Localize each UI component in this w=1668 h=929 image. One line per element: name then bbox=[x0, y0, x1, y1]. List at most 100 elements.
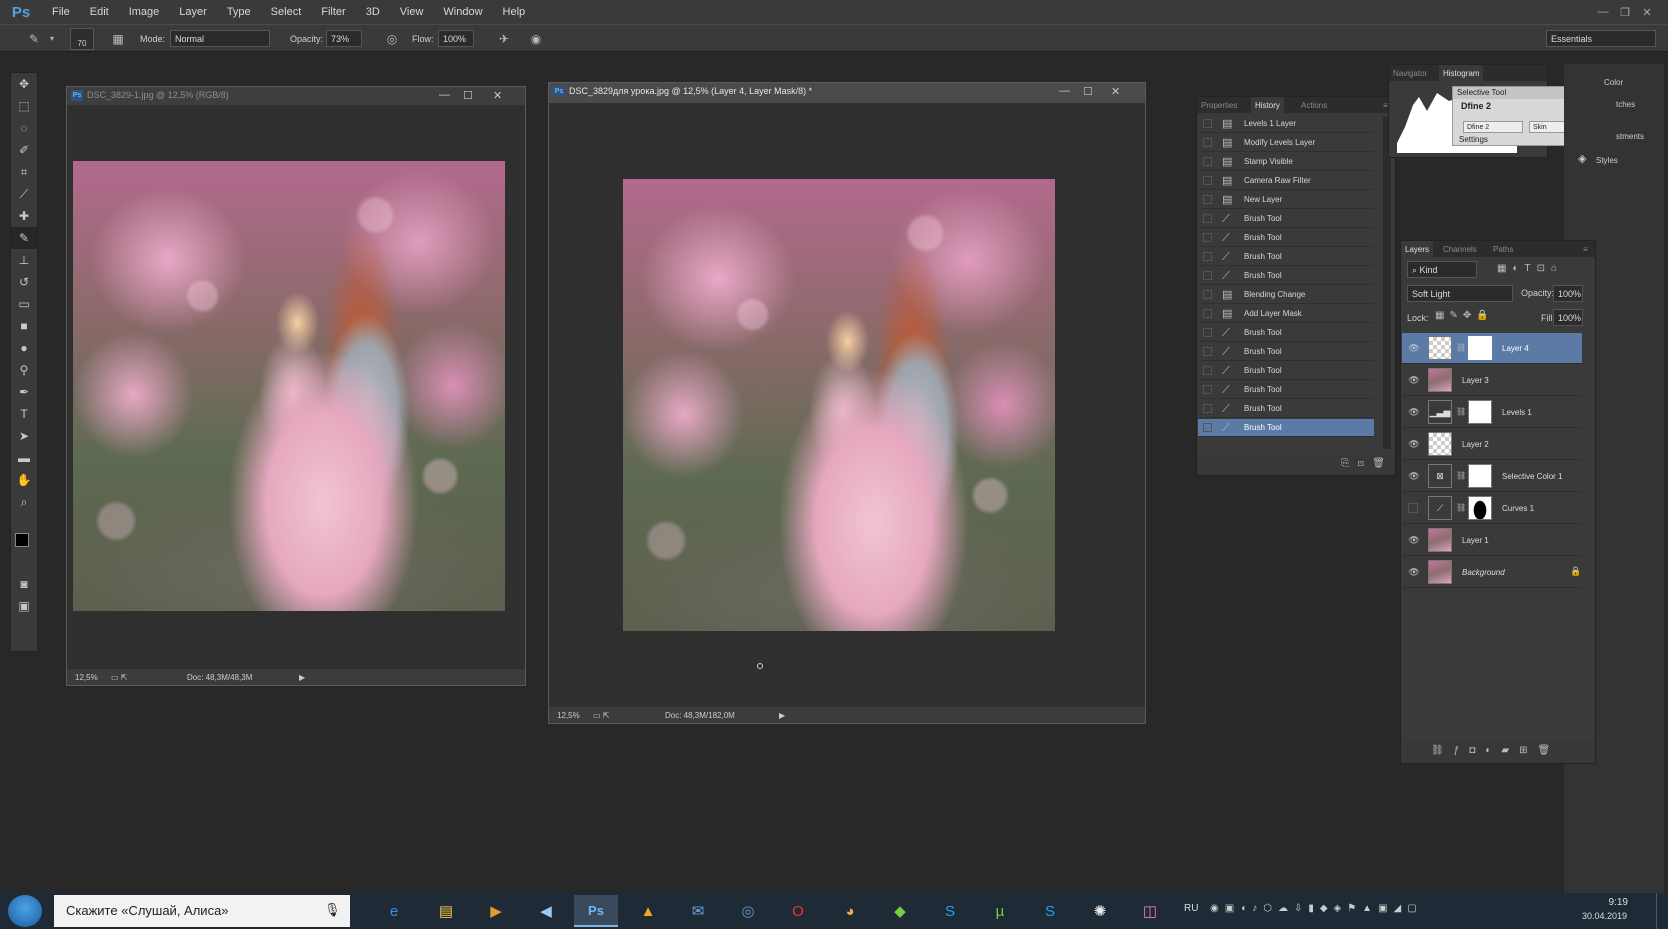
history-source-checkbox[interactable] bbox=[1203, 138, 1212, 147]
start-button[interactable] bbox=[8, 895, 42, 927]
history-source-checkbox[interactable] bbox=[1203, 176, 1212, 185]
layer-row[interactable]: 👁 Layer 2 bbox=[1402, 429, 1582, 460]
microphone-icon[interactable]: 🎙 bbox=[324, 902, 341, 918]
type-tool-icon[interactable]: T bbox=[11, 403, 37, 425]
delete-state-icon[interactable]: 🗑 bbox=[1372, 458, 1385, 469]
brush-size-picker[interactable]: 70 bbox=[70, 28, 94, 50]
add-mask-icon[interactable]: ◘ bbox=[1469, 745, 1485, 756]
layer-mask-thumbnail[interactable] bbox=[1468, 496, 1492, 520]
tab-channels[interactable]: Channels bbox=[1439, 241, 1481, 257]
eraser-tool-icon[interactable]: ▭ bbox=[11, 293, 37, 315]
menu-3d[interactable]: 3D bbox=[356, 6, 390, 18]
history-item[interactable]: ⟋ Brush Tool bbox=[1198, 400, 1374, 418]
mask-link-icon[interactable]: ⛓ bbox=[1456, 407, 1466, 416]
visibility-eye-icon[interactable]: 👁 bbox=[1408, 471, 1420, 482]
mask-link-icon[interactable]: ⛓ bbox=[1456, 471, 1466, 480]
menu-select[interactable]: Select bbox=[261, 6, 312, 18]
chrome-icon[interactable]: ◕ bbox=[828, 895, 872, 927]
history-item[interactable]: ⟋ Brush Tool bbox=[1198, 381, 1374, 399]
history-source-checkbox[interactable] bbox=[1203, 233, 1212, 242]
app-restore-icon[interactable]: ❐ bbox=[1614, 6, 1636, 19]
airbrush-icon[interactable]: ✈ bbox=[496, 31, 512, 47]
history-item[interactable]: ⟋ Brush Tool bbox=[1198, 419, 1374, 437]
tab-properties[interactable]: Properties bbox=[1197, 97, 1241, 113]
new-layer-icon[interactable]: ⊞ bbox=[1519, 745, 1537, 756]
styles-icon[interactable]: ◈ bbox=[1578, 152, 1586, 165]
healing-tool-icon[interactable]: ✚ bbox=[11, 205, 37, 227]
show-desktop-button[interactable] bbox=[1656, 893, 1660, 929]
shape-tool-icon[interactable]: ▬ bbox=[11, 447, 37, 469]
file-explorer-icon[interactable]: ▤ bbox=[424, 895, 468, 927]
history-item[interactable]: ⟋ Brush Tool bbox=[1198, 267, 1374, 285]
history-source-checkbox[interactable] bbox=[1203, 157, 1212, 166]
opera-icon[interactable]: O bbox=[776, 895, 820, 927]
layer-row[interactable]: ⟋ ⛓ Curves 1 bbox=[1402, 493, 1582, 524]
doc1-close-icon[interactable]: ✕ bbox=[493, 89, 502, 102]
edge-icon[interactable]: e bbox=[372, 895, 416, 927]
mail-icon[interactable]: ✉ bbox=[676, 895, 720, 927]
blend-mode-select[interactable]: Soft Light bbox=[1407, 285, 1513, 302]
new-doc-from-state-icon[interactable]: ⎘ bbox=[1341, 458, 1349, 469]
app-minimize-icon[interactable]: — bbox=[1592, 6, 1614, 18]
doc2-minimize-icon[interactable]: — bbox=[1059, 85, 1070, 97]
hand-tool-icon[interactable]: ✋ bbox=[11, 469, 37, 491]
doc1-zoom[interactable]: 12,5% bbox=[75, 673, 98, 682]
history-item[interactable]: ▤ Modify Levels Layer bbox=[1198, 134, 1374, 152]
doc2-maximize-icon[interactable]: ☐ bbox=[1083, 85, 1093, 98]
utorrent-icon[interactable]: µ bbox=[978, 895, 1022, 927]
move-tool-icon[interactable]: ✥ bbox=[11, 73, 37, 95]
menu-image[interactable]: Image bbox=[119, 6, 170, 18]
layer-row[interactable]: 👁 Background 🔒 bbox=[1402, 557, 1582, 588]
new-group-icon[interactable]: ▰ bbox=[1501, 745, 1519, 756]
visibility-eye-icon[interactable]: 👁 bbox=[1408, 375, 1420, 386]
clock-time[interactable]: 9:19 bbox=[1588, 897, 1628, 908]
delete-layer-icon[interactable]: 🗑 bbox=[1537, 745, 1560, 756]
doc2-status-icons[interactable]: ▭ ⇱ bbox=[593, 711, 609, 720]
preset-dropdown-icon[interactable]: ▾ bbox=[44, 31, 60, 47]
lock-icons[interactable]: ▦✎✥🔒 bbox=[1435, 310, 1494, 321]
history-source-checkbox[interactable] bbox=[1203, 214, 1212, 223]
history-source-checkbox[interactable] bbox=[1203, 195, 1212, 204]
volume-app-icon[interactable]: ◀ bbox=[524, 895, 568, 927]
tab-history[interactable]: History bbox=[1251, 97, 1284, 113]
pressure-opacity-icon[interactable]: ◎ bbox=[384, 31, 400, 47]
menu-help[interactable]: Help bbox=[493, 6, 536, 18]
tray-icons[interactable]: ◉▣◖♪⬡☁⇩▮◆◈⚑▲▣◢▢ bbox=[1210, 903, 1423, 914]
skype-business-icon[interactable]: S bbox=[928, 895, 972, 927]
side-dock-adjustments[interactable]: stments bbox=[1616, 132, 1644, 141]
doc1-maximize-icon[interactable]: ☐ bbox=[463, 89, 473, 102]
doc2-close-icon[interactable]: ✕ bbox=[1111, 85, 1120, 98]
media-player-icon[interactable]: ▶ bbox=[474, 895, 518, 927]
gradient-tool-icon[interactable]: ■ bbox=[11, 315, 37, 337]
visibility-off-box[interactable] bbox=[1408, 503, 1418, 513]
layers-opacity-input[interactable]: 100% bbox=[1553, 285, 1583, 302]
path-select-tool-icon[interactable]: ➤ bbox=[11, 425, 37, 447]
quick-select-tool-icon[interactable]: ✐ bbox=[11, 139, 37, 161]
history-item[interactable]: ▤ Levels 1 Layer bbox=[1198, 115, 1374, 133]
mode-select[interactable]: Normal bbox=[170, 30, 270, 47]
mask-link-icon[interactable]: ⛓ bbox=[1456, 343, 1466, 352]
layer-mask-thumbnail[interactable] bbox=[1468, 400, 1492, 424]
visibility-eye-icon[interactable]: 👁 bbox=[1408, 343, 1420, 354]
doc2-status-menu-icon[interactable]: ▶ bbox=[779, 711, 785, 720]
menu-view[interactable]: View bbox=[390, 6, 434, 18]
history-source-checkbox[interactable] bbox=[1203, 366, 1212, 375]
brush-tool-icon[interactable]: ✎ bbox=[11, 227, 37, 249]
doc2-zoom[interactable]: 12,5% bbox=[557, 711, 580, 720]
quick-mask-icon[interactable]: ◙ bbox=[11, 573, 37, 595]
doc1-minimize-icon[interactable]: — bbox=[439, 89, 450, 101]
side-dock-color[interactable]: Color bbox=[1604, 78, 1623, 87]
visibility-eye-icon[interactable]: 👁 bbox=[1408, 439, 1420, 450]
history-source-checkbox[interactable] bbox=[1203, 309, 1212, 318]
language-indicator[interactable]: RU bbox=[1184, 903, 1198, 914]
eyedropper-tool-icon[interactable]: ⟋ bbox=[11, 183, 37, 205]
history-item[interactable]: ▤ New Layer bbox=[1198, 191, 1374, 209]
screen-mode-icon[interactable]: ▣ bbox=[11, 595, 37, 617]
tab-paths[interactable]: Paths bbox=[1489, 241, 1517, 257]
layer-row[interactable]: 👁 ⊠ ⛓ Selective Color 1 bbox=[1402, 461, 1582, 492]
history-item[interactable]: ⟋ Brush Tool bbox=[1198, 229, 1374, 247]
zoom-tool-icon[interactable]: ⌕ bbox=[11, 491, 37, 513]
layer-filter-icons[interactable]: ▦◐T⊡⌂ bbox=[1497, 263, 1563, 274]
tab-histogram[interactable]: Histogram bbox=[1439, 65, 1484, 81]
layer-row[interactable]: 👁 Layer 1 bbox=[1402, 525, 1582, 556]
